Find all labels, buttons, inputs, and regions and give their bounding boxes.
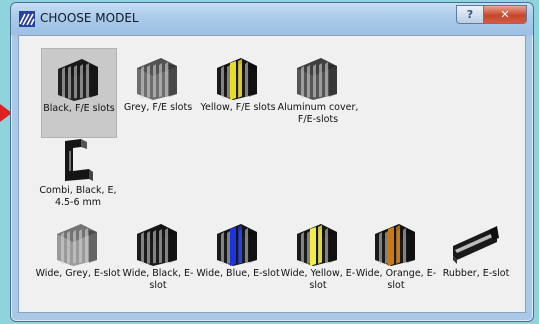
choose-model-dialog: CHOOSE MODEL ? ✕ Black, F/E slots Grey, … <box>10 2 534 322</box>
model-label: Wide, Blue, E-slot <box>196 268 280 279</box>
profile-combi-icon <box>65 139 93 181</box>
profile-yellow-icon <box>217 58 257 100</box>
model-label: Combi, Black, E, 4.5-6 mm <box>39 185 117 208</box>
app-logo-icon <box>19 11 35 27</box>
model-label: Grey, F/E slots <box>123 102 193 113</box>
model-item-wide-orange[interactable]: Wide, Orange, E-slot <box>356 214 436 302</box>
model-item-wide-black[interactable]: Wide, Black, E-slot <box>121 214 195 302</box>
model-item-grey-fe-slots[interactable]: Grey, F/E slots <box>121 48 195 136</box>
profile-wide-grey-icon <box>57 224 97 266</box>
profile-black-icon <box>58 59 98 101</box>
model-label: Black, F/E slots <box>43 103 115 114</box>
model-item-wide-yellow[interactable]: Wide, Yellow, E-slot <box>281 214 355 302</box>
model-item-rubber-e-slot[interactable]: Rubber, E-slot <box>439 214 513 302</box>
help-button[interactable]: ? <box>456 5 483 24</box>
profile-wide-yellow-icon <box>297 224 337 266</box>
model-item-wide-blue[interactable]: Wide, Blue, E-slot <box>196 214 280 302</box>
title-bar[interactable]: CHOOSE MODEL ? ✕ <box>11 3 533 35</box>
profile-wide-blue-icon <box>217 224 257 266</box>
model-label: Aluminum cover, F/E-slots <box>277 102 359 125</box>
model-item-aluminum-cover[interactable]: Aluminum cover, F/E-slots <box>278 48 358 136</box>
dialog-title: CHOOSE MODEL <box>40 11 139 25</box>
model-item-wide-grey[interactable]: Wide, Grey, E-slot <box>36 214 120 302</box>
model-label: Wide, Grey, E-slot <box>35 268 121 279</box>
profile-aluminum-icon <box>297 58 337 100</box>
profile-wide-black-icon <box>137 224 177 266</box>
model-label: Yellow, F/E slots <box>200 102 276 113</box>
close-button[interactable]: ✕ <box>483 5 527 24</box>
model-label: Wide, Black, E-slot <box>122 268 194 291</box>
profile-rubber-icon <box>453 226 499 264</box>
model-item-yellow-fe-slots[interactable]: Yellow, F/E slots <box>200 48 276 136</box>
profile-grey-icon <box>137 58 177 100</box>
model-item-combi-black[interactable]: Combi, Black, E, 4.5-6 mm <box>39 131 117 219</box>
model-label: Wide, Orange, E-slot <box>355 268 437 291</box>
model-label: Wide, Yellow, E-slot <box>280 268 356 291</box>
model-item-black-fe-slots[interactable]: Black, F/E slots <box>41 48 117 138</box>
model-grid: Black, F/E slots Grey, F/E slots Yellow,… <box>18 35 526 313</box>
profile-wide-orange-icon <box>375 224 415 266</box>
model-label: Rubber, E-slot <box>442 268 510 279</box>
